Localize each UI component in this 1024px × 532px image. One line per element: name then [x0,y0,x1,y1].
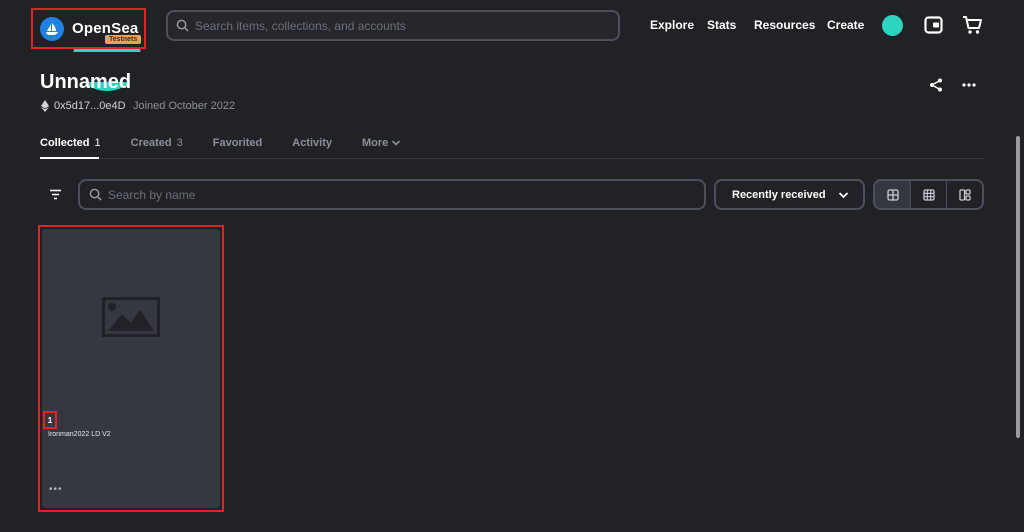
profile-tabs: Collected 1 Created 3 Favorited Activity… [40,137,431,149]
opensea-boat-icon [40,16,64,41]
item-search-input[interactable] [108,187,662,202]
tab-favorited[interactable]: Favorited [213,137,263,149]
chevron-down-icon [838,191,849,198]
tab-label: Collected [40,137,90,149]
tab-activity[interactable]: Activity [292,137,332,149]
active-tab-underline [40,157,99,159]
cart-icon[interactable] [962,15,983,35]
tab-label: More [362,137,389,149]
tab-more[interactable]: More [362,137,401,149]
avatar[interactable] [882,15,903,36]
scrollbar[interactable] [1016,136,1020,438]
wallet-icon[interactable] [924,16,943,34]
tab-collected[interactable]: Collected 1 [40,137,101,149]
opensea-logo[interactable]: OpenSea Testnets [31,8,146,49]
nav-create[interactable]: Create [827,18,864,32]
item-number: 1 [43,411,57,429]
item-search[interactable] [78,179,706,210]
more-dots-icon[interactable] [962,78,976,92]
view-mode-toggle [873,179,984,210]
share-icon[interactable] [929,78,943,92]
sort-dropdown[interactable]: Recently received [714,179,865,210]
view-compact-button[interactable] [947,181,982,208]
profile-name: Unnamed [40,71,132,93]
nav-resources[interactable]: Resources [754,18,815,32]
item-number-text: 1 [47,415,53,425]
nav-stats[interactable]: Stats [707,18,736,32]
tab-created[interactable]: Created 3 [131,137,183,149]
search-icon [89,188,102,201]
global-search[interactable] [166,10,620,41]
ethereum-icon [41,100,49,112]
compact-layout-icon [958,188,971,201]
card-more-options[interactable]: ••• [49,484,63,495]
tab-divider [40,158,984,159]
testnets-badge: Testnets [105,35,142,44]
sort-value: Recently received [732,188,826,201]
small-grid-icon [922,188,935,201]
profile-page: OpenSea Testnets Explore Stats Resources… [0,0,1024,532]
image-placeholder-icon [102,297,160,337]
chevron-down-icon [392,140,401,146]
search-icon [176,19,189,32]
item-name[interactable]: Ironman2022 LD V2 [48,431,111,438]
tab-label: Favorited [212,137,263,149]
filter-icon[interactable] [49,189,62,200]
card-highlight-outline [38,225,224,512]
view-large-grid-button[interactable] [875,181,911,208]
top-navbar-content: OpenSea Testnets Explore Stats Resources… [0,0,1024,52]
tab-label: Created [130,137,172,149]
tab-count: 3 [176,137,183,149]
large-grid-icon [886,188,899,201]
banner-mask [0,52,1024,82]
global-search-input[interactable] [195,18,593,33]
nav-explore[interactable]: Explore [650,18,694,32]
wallet-address[interactable]: 0x5d17...0e4D [54,100,126,112]
joined-date: Joined October 2022 [133,100,236,112]
tab-label: Activity [292,137,332,149]
tab-count: 1 [94,137,101,149]
view-small-grid-button[interactable] [911,181,947,208]
